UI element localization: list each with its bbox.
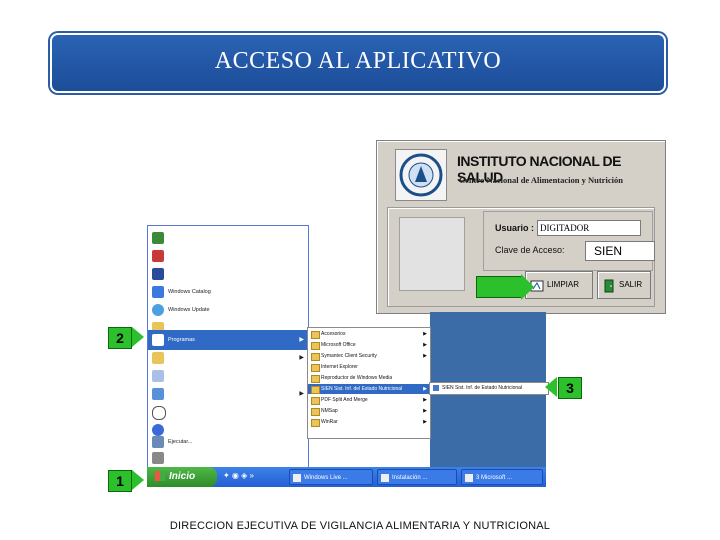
folder-icon xyxy=(311,353,320,361)
arrow-head-icon xyxy=(521,274,534,300)
folder-icon xyxy=(311,419,320,427)
submenu-item[interactable]: Symantec Client Security ▶ xyxy=(308,351,430,361)
search-icon xyxy=(152,406,166,420)
start-menu-item[interactable]: ▶ xyxy=(148,348,308,368)
run-icon xyxy=(152,436,164,448)
submenu-item-sien[interactable]: SIEN Sist. Inf. del Estado Nutricional ▶ xyxy=(308,384,430,394)
ie-icon xyxy=(311,364,320,372)
start-menu-item-windows-catalog[interactable]: Windows Catalog xyxy=(148,282,308,302)
start-menu-item[interactable]: ▶ xyxy=(148,384,308,404)
submenu-item[interactable]: Internet Explorer xyxy=(308,362,430,372)
folder-icon xyxy=(152,352,164,364)
password-label: Clave de Acceso: xyxy=(495,245,565,255)
password-input[interactable]: SIEN xyxy=(585,241,655,261)
hp-icon xyxy=(152,268,164,280)
folder-icon xyxy=(311,331,320,339)
taskbar-task[interactable]: Instalación ... xyxy=(377,469,457,485)
callout-3: 3 xyxy=(558,377,582,399)
start-button-label: Inicio xyxy=(169,471,196,482)
start-menu-item[interactable] xyxy=(148,228,308,248)
folder-icon xyxy=(311,386,320,394)
callout-1: 1 xyxy=(108,470,132,492)
sien-app-icon xyxy=(433,385,439,391)
photo-box xyxy=(399,217,465,291)
app-icon xyxy=(152,388,164,400)
callout-3-arrow xyxy=(545,377,557,397)
windows-update-icon xyxy=(152,304,164,316)
submenu-item[interactable]: PDF Split And Merge ▶ xyxy=(308,395,430,405)
submenu-arrow-icon: ▶ xyxy=(423,419,427,425)
institution-logo xyxy=(395,149,447,201)
globe-icon xyxy=(152,286,164,298)
folder-icon xyxy=(311,342,320,350)
start-menu-item-search[interactable] xyxy=(148,402,308,422)
start-menu: Windows Catalog Windows Update Programas… xyxy=(147,225,309,469)
institution-subtitle: Centro Nacional de Alimentacion y Nutric… xyxy=(459,175,623,185)
exit-button-label: SALIR xyxy=(619,280,643,289)
clear-button[interactable]: LIMPIAR xyxy=(525,271,593,299)
green-arrow-pointer xyxy=(476,274,534,300)
door-exit-icon xyxy=(602,278,616,293)
folder-icon xyxy=(311,397,320,405)
slide-title: ACCESO AL APLICATIVO xyxy=(214,48,502,74)
media-player-icon xyxy=(311,375,320,383)
clear-button-label: LIMPIAR xyxy=(547,280,580,289)
callout-2-arrow xyxy=(132,327,144,347)
callout-1-arrow xyxy=(132,470,144,490)
app-icon xyxy=(152,452,164,464)
taskbar-task[interactable]: 3 Microsoft ... xyxy=(461,469,543,485)
submenu-item[interactable]: NMSap ▶ xyxy=(308,406,430,416)
submenu-arrow-icon: ▶ xyxy=(299,337,304,343)
exit-button[interactable]: SALIR xyxy=(597,271,651,299)
submenu-arrow-icon: ▶ xyxy=(423,408,427,414)
start-menu-item[interactable] xyxy=(148,264,308,284)
app-icon xyxy=(293,474,301,482)
app-icon xyxy=(465,474,473,482)
submenu-item[interactable]: Accesorios ▶ xyxy=(308,329,430,339)
programs-submenu: Accesorios ▶ Microsoft Office ▶ Symantec C… xyxy=(307,327,431,439)
start-menu-item[interactable] xyxy=(148,246,308,266)
submenu-arrow-icon: ▶ xyxy=(423,397,427,403)
submenu-arrow-icon: ▶ xyxy=(423,353,427,359)
submenu-item[interactable]: Reproductor de Windows Media xyxy=(308,373,430,383)
submenu-arrow-icon: ▶ xyxy=(299,355,304,361)
submenu-item[interactable]: WinRar ▶ xyxy=(308,417,430,427)
user-label: Usuario : xyxy=(495,223,535,233)
start-menu-item[interactable] xyxy=(148,448,308,468)
start-menu-item-windows-update[interactable]: Windows Update xyxy=(148,300,308,320)
user-input[interactable]: DIGITADOR xyxy=(537,220,641,236)
footer-text: DIRECCION EJECUTIVA DE VIGILANCIA ALIMEN… xyxy=(169,520,551,532)
submenu-arrow-icon: ▶ xyxy=(423,386,427,392)
app-icon xyxy=(381,474,389,482)
title-banner: ACCESO AL APLICATIVO xyxy=(50,33,666,93)
submenu-arrow-icon: ▶ xyxy=(423,331,427,337)
programs-icon xyxy=(152,334,164,346)
submenu-arrow-icon: ▶ xyxy=(423,342,427,348)
submenu-item[interactable]: Microsoft Office ▶ xyxy=(308,340,430,350)
folder-icon xyxy=(311,408,320,416)
app-icon xyxy=(152,370,164,382)
start-menu-item[interactable] xyxy=(148,366,308,386)
callout-2: 2 xyxy=(108,327,132,349)
windows-logo-icon xyxy=(155,471,165,482)
start-menu-item-programs[interactable]: Programas ▶ xyxy=(148,330,308,350)
app-icon xyxy=(152,250,164,262)
quick-launch-icons[interactable]: ✦ ◉ ◈ » xyxy=(223,471,283,483)
sien-submenu-item[interactable]: SIEN Sist. Inf. de Estado Nutricional xyxy=(429,382,549,395)
app-icon xyxy=(152,232,164,244)
taskbar: Inicio ✦ ◉ ◈ » Windows Live ... Instalac… xyxy=(147,467,546,487)
submenu-arrow-icon: ▶ xyxy=(299,391,304,397)
taskbar-task[interactable]: Windows Live ... xyxy=(289,469,373,485)
start-button[interactable]: Inicio xyxy=(147,467,217,487)
